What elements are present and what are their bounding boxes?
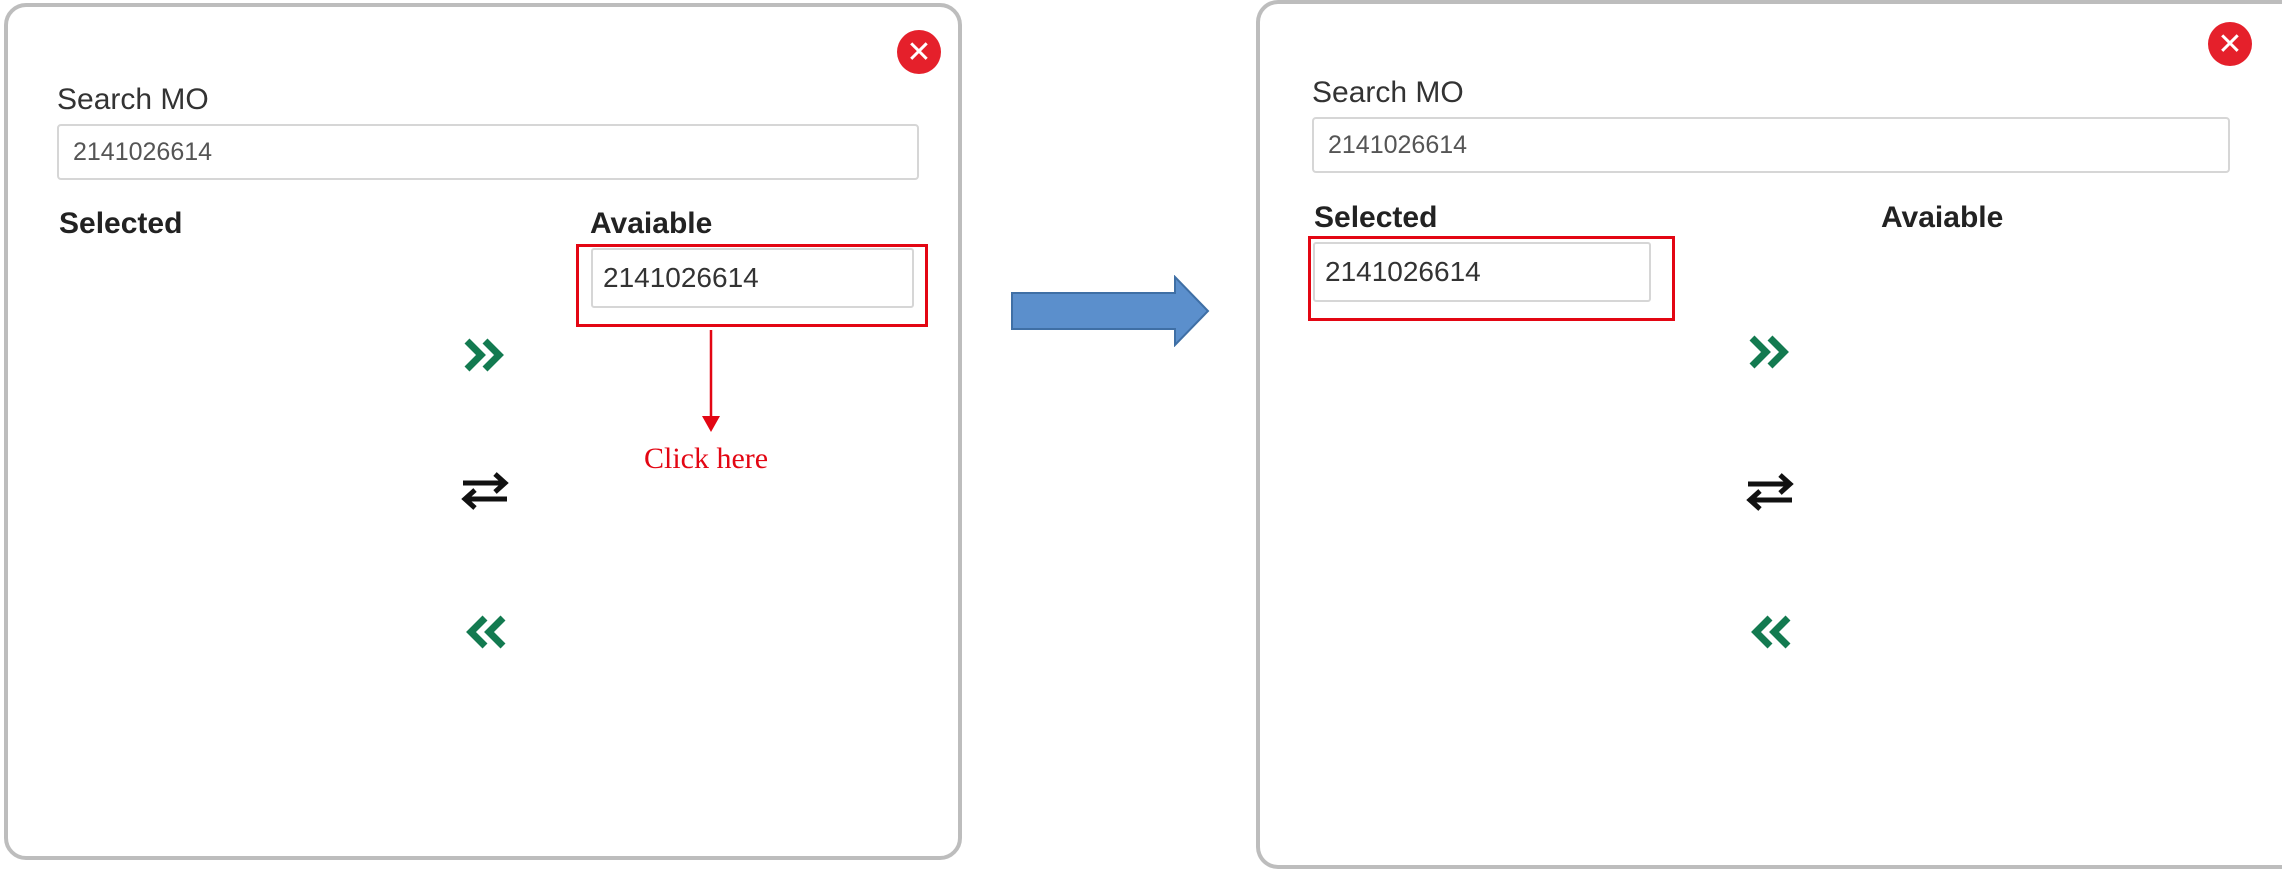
right-arrow-icon bbox=[1011, 275, 1210, 347]
available-heading: Avaiable bbox=[590, 207, 713, 240]
selected-heading: Selected bbox=[1314, 201, 1438, 234]
search-mo-input[interactable] bbox=[57, 124, 919, 180]
search-mo-input[interactable] bbox=[1312, 117, 2230, 173]
swap-arrows-icon[interactable] bbox=[455, 461, 515, 521]
dialog-before: ✕ Search MO Selected Avaiable 2141026614… bbox=[4, 3, 962, 860]
search-mo-label: Search MO bbox=[57, 83, 209, 116]
double-chevron-right-icon[interactable] bbox=[1740, 322, 1800, 382]
swap-arrows-icon[interactable] bbox=[1740, 462, 1800, 522]
annotation-arrow-icon bbox=[702, 330, 720, 432]
double-chevron-left-icon[interactable] bbox=[1740, 602, 1800, 662]
close-icon[interactable]: ✕ bbox=[897, 30, 941, 74]
highlight-box bbox=[576, 244, 928, 327]
double-chevron-right-icon[interactable] bbox=[455, 325, 515, 385]
available-heading: Avaiable bbox=[1881, 201, 2004, 234]
close-icon[interactable]: ✕ bbox=[2208, 22, 2252, 66]
selected-heading: Selected bbox=[59, 207, 183, 240]
click-here-annotation: Click here bbox=[644, 442, 769, 475]
double-chevron-left-icon[interactable] bbox=[455, 602, 515, 662]
dialog-after: ✕ Search MO Selected Avaiable 2141026614 bbox=[1256, 0, 2282, 869]
search-mo-label: Search MO bbox=[1312, 76, 1464, 109]
highlight-box bbox=[1308, 236, 1675, 321]
